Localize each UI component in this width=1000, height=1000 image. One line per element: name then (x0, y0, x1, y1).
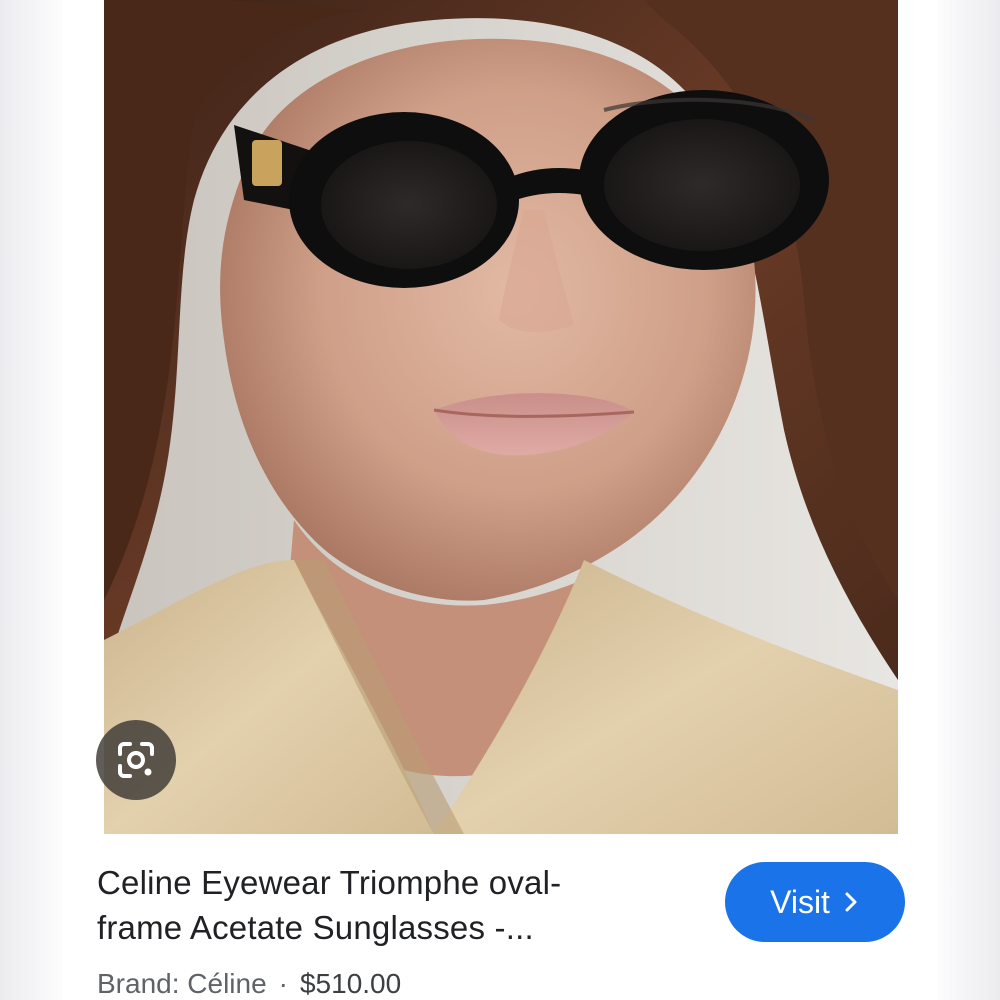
product-title-line-1[interactable]: Celine Eyewear Triomphe oval- (97, 864, 561, 901)
price-label: $510.00 (299, 968, 402, 999)
result-info: Celine Eyewear Triomphe oval- frame Acet… (97, 860, 697, 1000)
meta-separator: · (278, 968, 288, 999)
product-photo-illustration (104, 0, 898, 834)
product-image[interactable] (104, 0, 898, 834)
brand-label: Brand: Céline (97, 968, 267, 999)
product-title-line-2[interactable]: frame Acetate Sunglasses -... (97, 909, 534, 946)
product-title[interactable]: Celine Eyewear Triomphe oval- frame Acet… (97, 860, 697, 950)
visit-button-label: Visit (770, 883, 830, 920)
visit-button[interactable]: Visit (725, 862, 905, 942)
product-meta: Brand: Céline · $510.00 (97, 968, 697, 1000)
google-lens-button[interactable] (96, 720, 176, 800)
screen: Celine Eyewear Triomphe oval- frame Acet… (0, 0, 1000, 1000)
chevron-right-icon (842, 891, 860, 913)
google-lens-icon (118, 742, 154, 778)
